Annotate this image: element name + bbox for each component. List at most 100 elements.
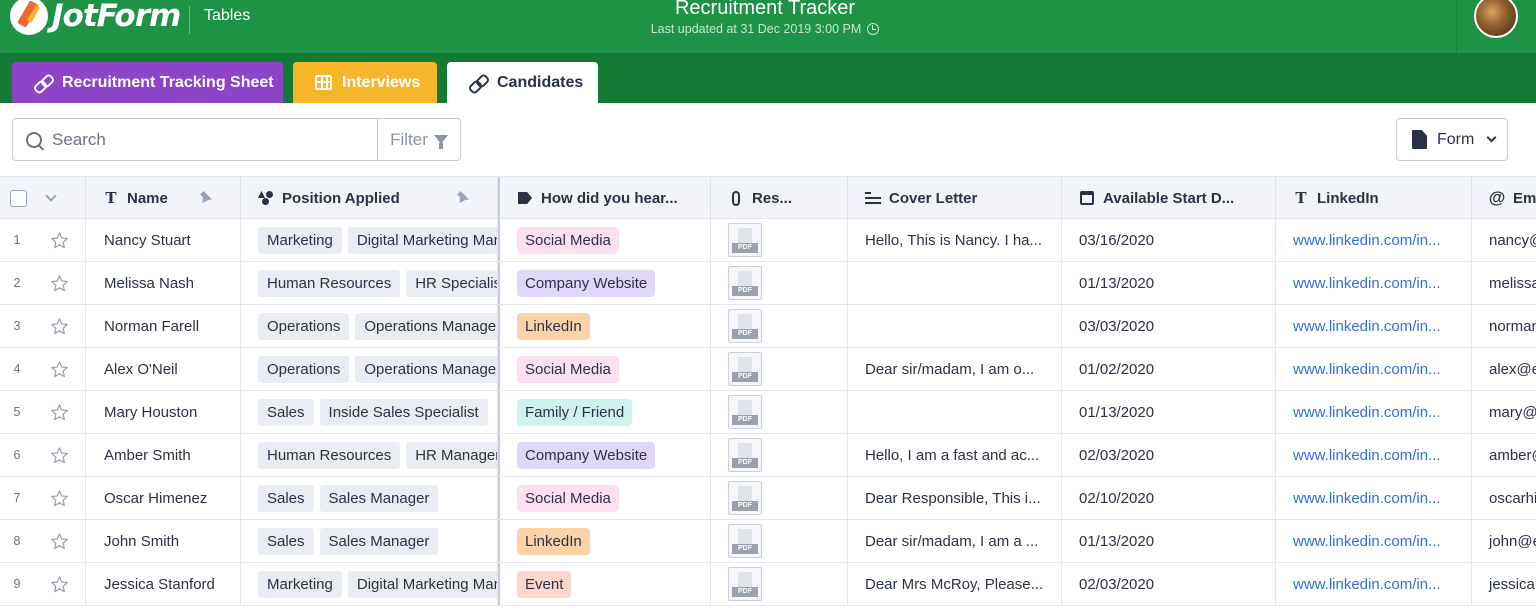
cell-name[interactable]: Amber Smith xyxy=(86,434,241,476)
cell-how-heard[interactable]: Company Website xyxy=(498,262,711,304)
star-icon[interactable] xyxy=(34,563,86,605)
pin-icon[interactable] xyxy=(200,191,212,203)
pdf-file-icon[interactable]: PDF xyxy=(728,266,762,300)
filter-button[interactable]: Filter xyxy=(377,119,460,160)
linkedin-link[interactable]: www.linkedin.com/in... xyxy=(1293,232,1441,249)
tab-interviews[interactable]: Interviews xyxy=(293,62,437,103)
star-icon[interactable] xyxy=(34,348,86,390)
cell-start-date[interactable]: 02/10/2020 xyxy=(1062,477,1276,519)
pdf-file-icon[interactable]: PDF xyxy=(728,395,762,429)
cell-email[interactable]: mary@ xyxy=(1472,391,1536,433)
table-row[interactable]: 5 Mary Houston Sales Inside Sales Specialis… xyxy=(0,391,1536,434)
cell-linkedin[interactable]: www.linkedin.com/in... xyxy=(1276,391,1472,433)
cell-start-date[interactable]: 01/02/2020 xyxy=(1062,348,1276,390)
cell-email[interactable]: jessica xyxy=(1472,563,1536,605)
linkedin-link[interactable]: www.linkedin.com/in... xyxy=(1293,275,1441,292)
cell-email[interactable]: nancy@ xyxy=(1472,219,1536,261)
cell-resume[interactable]: PDF xyxy=(711,348,848,390)
cell-position[interactable]: Operations Operations Manager xyxy=(241,348,498,390)
cell-name[interactable]: Norman Farell xyxy=(86,305,241,347)
cell-email[interactable]: alex@e xyxy=(1472,348,1536,390)
cell-email[interactable]: amber@ xyxy=(1472,434,1536,476)
cell-email[interactable]: norman xyxy=(1472,305,1536,347)
column-header-cover-letter[interactable]: Cover Letter xyxy=(848,177,1062,219)
cell-cover-letter[interactable]: Dear sir/madam, I am a ... xyxy=(848,520,1062,562)
cell-name[interactable]: Mary Houston xyxy=(86,391,241,433)
column-header-start-date[interactable]: Available Start D... xyxy=(1062,177,1276,219)
cell-position[interactable]: Sales Sales Manager xyxy=(241,520,498,562)
cell-position[interactable]: Sales Sales Manager xyxy=(241,477,498,519)
pin-icon[interactable] xyxy=(457,191,469,203)
cell-linkedin[interactable]: www.linkedin.com/in... xyxy=(1276,520,1472,562)
pdf-file-icon[interactable]: PDF xyxy=(728,309,762,343)
cell-how-heard[interactable]: LinkedIn xyxy=(498,305,711,347)
pdf-file-icon[interactable]: PDF xyxy=(728,223,762,257)
linkedin-link[interactable]: www.linkedin.com/in... xyxy=(1293,576,1441,593)
cell-start-date[interactable]: 03/03/2020 xyxy=(1062,305,1276,347)
column-header-how-heard[interactable]: How did you hear... xyxy=(498,177,711,219)
cell-cover-letter[interactable]: Dear sir/madam, I am o... xyxy=(848,348,1062,390)
cell-how-heard[interactable]: Event xyxy=(498,563,711,605)
cell-position[interactable]: Sales Inside Sales Specialist xyxy=(241,391,498,433)
search-input[interactable] xyxy=(52,129,352,150)
cell-linkedin[interactable]: www.linkedin.com/in... xyxy=(1276,219,1472,261)
star-icon[interactable] xyxy=(34,219,86,261)
linkedin-link[interactable]: www.linkedin.com/in... xyxy=(1293,318,1441,335)
cell-how-heard[interactable]: Social Media xyxy=(498,219,711,261)
cell-how-heard[interactable]: Social Media xyxy=(498,477,711,519)
linkedin-link[interactable]: www.linkedin.com/in... xyxy=(1293,361,1441,378)
clock-icon[interactable] xyxy=(867,23,880,35)
cell-email[interactable]: melissa xyxy=(1472,262,1536,304)
cell-cover-letter[interactable] xyxy=(848,305,1062,347)
linkedin-link[interactable]: www.linkedin.com/in... xyxy=(1293,447,1441,464)
tab-candidates[interactable]: Candidates xyxy=(447,62,598,103)
pdf-file-icon[interactable]: PDF xyxy=(728,524,762,558)
star-icon[interactable] xyxy=(34,520,86,562)
column-header-resume[interactable]: Res... xyxy=(711,177,848,219)
cell-resume[interactable]: PDF xyxy=(711,563,848,605)
table-row[interactable]: 9 Jessica Stanford Marketing Digital Market… xyxy=(0,563,1536,606)
cell-linkedin[interactable]: www.linkedin.com/in... xyxy=(1276,563,1472,605)
select-all-checkbox[interactable] xyxy=(10,189,27,207)
table-row[interactable]: 2 Melissa Nash Human Resources HR Specialis… xyxy=(0,262,1536,305)
cell-email[interactable]: oscarhi xyxy=(1472,477,1536,519)
star-icon[interactable] xyxy=(34,391,86,433)
cell-resume[interactable]: PDF xyxy=(711,434,848,476)
cell-email[interactable]: john@e xyxy=(1472,520,1536,562)
table-row[interactable]: 7 Oscar Himenez Sales Sales Manager Social M… xyxy=(0,477,1536,520)
cell-resume[interactable]: PDF xyxy=(711,262,848,304)
linkedin-link[interactable]: www.linkedin.com/in... xyxy=(1293,533,1441,550)
cell-how-heard[interactable]: LinkedIn xyxy=(498,520,711,562)
cell-name[interactable]: Nancy Stuart xyxy=(86,219,241,261)
linkedin-link[interactable]: www.linkedin.com/in... xyxy=(1293,490,1441,507)
cell-position[interactable]: Human Resources HR Specialist xyxy=(241,262,498,304)
column-header-name[interactable]: T Name xyxy=(86,177,241,219)
table-row[interactable]: 8 John Smith Sales Sales Manager LinkedIn PDF… xyxy=(0,520,1536,563)
linkedin-link[interactable]: www.linkedin.com/in... xyxy=(1293,404,1441,421)
cell-name[interactable]: Alex O'Neil xyxy=(86,348,241,390)
cell-position[interactable]: MarketingDigital Marketing Manager xyxy=(241,219,498,261)
chevron-down-icon[interactable] xyxy=(45,189,57,202)
jotform-logo[interactable]: JotForm xyxy=(10,0,181,36)
cell-cover-letter[interactable]: Dear Responsible, This i... xyxy=(848,477,1062,519)
pdf-file-icon[interactable]: PDF xyxy=(728,567,762,601)
pdf-file-icon[interactable]: PDF xyxy=(728,352,762,386)
pdf-file-icon[interactable]: PDF xyxy=(728,438,762,472)
cell-linkedin[interactable]: www.linkedin.com/in... xyxy=(1276,262,1472,304)
cell-start-date[interactable]: 02/03/2020 xyxy=(1062,434,1276,476)
cell-name[interactable]: John Smith xyxy=(86,520,241,562)
cell-how-heard[interactable]: Company Website xyxy=(498,434,711,476)
cell-resume[interactable]: PDF xyxy=(711,477,848,519)
cell-start-date[interactable]: 03/16/2020 xyxy=(1062,219,1276,261)
star-icon[interactable] xyxy=(34,477,86,519)
cell-how-heard[interactable]: Family / Friend xyxy=(498,391,711,433)
column-header-email[interactable]: @ Em xyxy=(1472,177,1536,219)
column-header-position[interactable]: Position Applied xyxy=(241,177,498,219)
user-avatar[interactable] xyxy=(1474,0,1518,38)
cell-position[interactable]: Operations Operations Manager xyxy=(241,305,498,347)
cell-cover-letter[interactable]: Hello, I am a fast and ac... xyxy=(848,434,1062,476)
cell-start-date[interactable]: 01/13/2020 xyxy=(1062,391,1276,433)
cell-name[interactable]: Melissa Nash xyxy=(86,262,241,304)
cell-linkedin[interactable]: www.linkedin.com/in... xyxy=(1276,477,1472,519)
cell-position[interactable]: Human Resources HR Manager xyxy=(241,434,498,476)
